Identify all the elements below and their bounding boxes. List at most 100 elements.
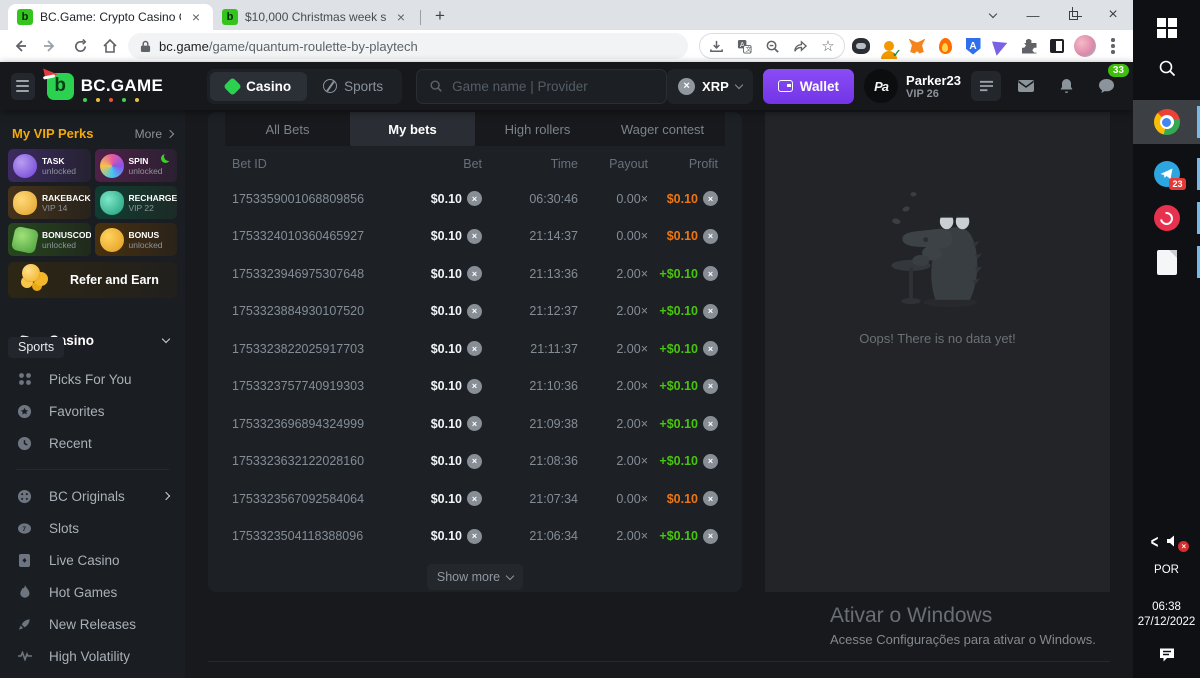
bet-row[interactable]: 1753324010360465927$0.10×21:14:370.00×$0… xyxy=(208,218,742,256)
restore-button[interactable] xyxy=(1053,0,1093,30)
nav-sports-button[interactable]: Sports xyxy=(307,72,399,101)
sidebar-item-slots[interactable]: 7 Slots xyxy=(0,512,185,544)
watermark-title: Ativar o Windows xyxy=(830,604,1096,628)
sidebar-item-bc-originals[interactable]: BC Originals xyxy=(0,480,185,512)
volume-muted-icon[interactable]: × xyxy=(1166,534,1182,548)
clock[interactable]: 06:38 27/12/2022 xyxy=(1138,600,1196,630)
bet-row[interactable]: 1753323757740919303$0.10×21:10:362.00×+$… xyxy=(208,368,742,406)
chevron-right-icon xyxy=(162,492,170,500)
show-hidden-icons[interactable]: < xyxy=(1151,531,1159,552)
taskbar-telegram[interactable]: 23 xyxy=(1133,152,1200,196)
extensions-puzzle-icon[interactable] xyxy=(1017,34,1041,58)
share-icon[interactable] xyxy=(788,34,812,58)
new-tab-button[interactable]: + xyxy=(423,6,457,26)
tab-search-icon[interactable] xyxy=(973,0,1013,30)
taskbar-chrome[interactable] xyxy=(1133,100,1200,144)
sidebar-item-feature-buy-in[interactable]: Feature Buy-in xyxy=(0,672,185,678)
show-more-button[interactable]: Show more xyxy=(427,564,523,590)
currency-label: XRP xyxy=(702,79,729,94)
nav-casino-button[interactable]: Casino xyxy=(210,72,307,101)
browser-menu-icon[interactable] xyxy=(1101,34,1125,58)
sidebar-item-high-volatility[interactable]: High Volatility xyxy=(0,640,185,672)
xrp-icon: × xyxy=(703,266,718,281)
sidebar-item-new-releases[interactable]: New Releases xyxy=(0,608,185,640)
taskbar-notepad[interactable] xyxy=(1133,240,1200,284)
site-header: b BC.GAME Casino Sports Game name | Pro xyxy=(0,62,1133,110)
bet-row[interactable]: 1753323884930107520$0.10×21:12:372.00×+$… xyxy=(208,293,742,331)
tab-close-icon[interactable]: × xyxy=(188,9,204,25)
payout-cell: 2.00× xyxy=(578,454,648,468)
currency-selector[interactable]: × XRP xyxy=(667,69,753,104)
bet-row[interactable]: 1753323567092584064$0.10×21:07:340.00×$0… xyxy=(208,480,742,518)
chat-icon[interactable]: 33 xyxy=(1091,71,1121,101)
bet-row[interactable]: 1753323504118388096$0.10×21:06:342.00×+$… xyxy=(208,518,742,556)
taskbar-red-app[interactable] xyxy=(1133,196,1200,240)
xrp-icon: × xyxy=(467,379,482,394)
language-indicator[interactable]: POR xyxy=(1154,563,1179,578)
vip-perk-recharge[interactable]: RECHARGEVIP 22 xyxy=(95,186,178,219)
forward-icon[interactable] xyxy=(38,34,62,58)
ext-plane-icon[interactable] xyxy=(989,34,1013,58)
wallet-button[interactable]: Wallet xyxy=(763,69,854,104)
profile-avatar[interactable] xyxy=(1073,34,1097,58)
game-search-input[interactable]: Game name | Provider xyxy=(416,69,667,104)
sidebar-toggle-icon[interactable] xyxy=(11,73,35,100)
action-center-icon[interactable] xyxy=(1133,638,1200,672)
casino-sports-switch: Casino Sports xyxy=(207,69,402,104)
vip-perk-bonus[interactable]: BONUSunlocked xyxy=(95,223,178,256)
back-icon[interactable] xyxy=(8,34,32,58)
metamask-icon[interactable] xyxy=(905,34,929,58)
notifications-bell-icon[interactable] xyxy=(1051,71,1081,101)
mail-icon[interactable] xyxy=(1011,71,1041,101)
sidebar-item-live-casino[interactable]: Live Casino xyxy=(0,544,185,576)
bet-slip-icon[interactable] xyxy=(971,71,1001,101)
browser-tab-1[interactable]: b BC.Game: Crypto Casino Games & × xyxy=(8,4,213,30)
bet-row[interactable]: 1753323822025917703$0.10×21:11:372.00×+$… xyxy=(208,330,742,368)
bonus-icon xyxy=(100,228,124,252)
perk-status: unlocked xyxy=(129,240,163,250)
payout-cell: 2.00× xyxy=(578,267,648,281)
tab-wager-contest[interactable]: Wager contest xyxy=(600,112,725,146)
ext-shield-icon[interactable]: A xyxy=(961,34,985,58)
slots-chip-icon: 7 xyxy=(16,520,33,537)
tab-close-icon[interactable]: × xyxy=(393,9,409,25)
bet-row[interactable]: 1753323696894324999$0.10×21:09:382.00×+$… xyxy=(208,405,742,443)
browser-tab-2[interactable]: b $10,000 Christmas week special r × xyxy=(213,4,418,30)
zoom-out-icon[interactable] xyxy=(760,34,784,58)
bcgame-logo[interactable]: b BC.GAME xyxy=(47,73,163,100)
translate-icon[interactable]: A文 xyxy=(732,34,756,58)
bet-row[interactable]: 1753323632122028160$0.10×21:08:362.00×+$… xyxy=(208,443,742,481)
tab-all-bets[interactable]: All Bets xyxy=(225,112,350,146)
start-button[interactable] xyxy=(1133,8,1200,48)
tab-my-bets[interactable]: My bets xyxy=(350,112,475,146)
vip-more-link[interactable]: More xyxy=(135,127,173,141)
ext-flame-icon[interactable] xyxy=(933,34,957,58)
download-icon[interactable] xyxy=(704,34,728,58)
bet-row[interactable]: 1753359001068809856$0.10×06:30:460.00×$0… xyxy=(208,180,742,218)
sidebar-item-favorites[interactable]: Favorites xyxy=(0,395,185,427)
close-button[interactable]: × xyxy=(1093,0,1133,30)
sidebar-item-hot-games[interactable]: Hot Games xyxy=(0,576,185,608)
bookmark-star-icon[interactable]: ☆ xyxy=(816,34,840,58)
sidebar-item-picks-for-you[interactable]: Picks For You xyxy=(0,363,185,395)
tab-group-icon[interactable] xyxy=(1045,34,1069,58)
url-bar[interactable]: bc.game/game/quantum-roulette-by-playtec… xyxy=(128,33,688,59)
reload-icon[interactable] xyxy=(68,34,92,58)
bet-row[interactable]: 1753323946975307648$0.10×21:13:362.00×+$… xyxy=(208,255,742,293)
sidebar-item-recent[interactable]: Recent xyxy=(0,427,185,459)
tab-high-rollers[interactable]: High rollers xyxy=(475,112,600,146)
vip-perk-spin[interactable]: SPINunlocked xyxy=(95,149,178,182)
windows-taskbar: 23 < × POR 06:38 27/12/2022 xyxy=(1133,0,1200,678)
vip-perk-bonuscode[interactable]: BONUSCODEunlocked xyxy=(8,223,91,256)
home-icon[interactable] xyxy=(98,34,122,58)
refer-and-earn-card[interactable]: Refer and Earn xyxy=(8,262,177,298)
windows-activation-watermark: Ativar o Windows Acesse Configurações pa… xyxy=(830,604,1096,647)
vip-perk-task[interactable]: TASKunlocked xyxy=(8,149,91,182)
ext-dark-app-icon[interactable] xyxy=(849,34,873,58)
minimize-button[interactable]: — xyxy=(1013,0,1053,30)
vip-perk-rakeback[interactable]: RAKEBACKVIP 14 xyxy=(8,186,91,219)
ext-person-check-icon[interactable] xyxy=(877,34,901,58)
taskbar-search-icon[interactable] xyxy=(1133,48,1200,88)
user-profile[interactable]: Pa Parker23 VIP 26 xyxy=(864,69,961,103)
payout-cell: 2.00× xyxy=(578,342,648,356)
